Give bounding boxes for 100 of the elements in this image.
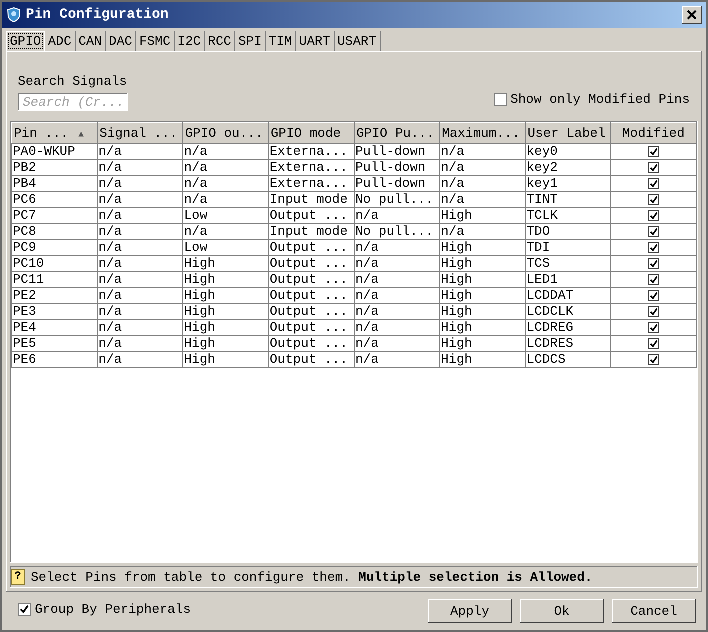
table-cell: n/a bbox=[97, 304, 183, 320]
column-header[interactable]: Maximum... bbox=[440, 122, 526, 144]
table-cell: TDO bbox=[525, 224, 611, 240]
table-cell: High bbox=[440, 304, 526, 320]
table-cell: n/a bbox=[354, 352, 440, 368]
table-cell: n/a bbox=[354, 336, 440, 352]
table-cell: PC10 bbox=[12, 256, 98, 272]
table-cell: LCDCS bbox=[525, 352, 611, 368]
table-cell: key2 bbox=[525, 160, 611, 176]
table-cell: PA0-WKUP bbox=[12, 144, 98, 160]
table-cell: Output ... bbox=[268, 208, 354, 224]
modified-checkbox[interactable] bbox=[648, 290, 660, 302]
table-cell: n/a bbox=[97, 320, 183, 336]
table-cell: n/a bbox=[97, 352, 183, 368]
table-cell: High bbox=[440, 240, 526, 256]
table-cell: PE4 bbox=[12, 320, 98, 336]
search-label: Search Signals bbox=[18, 74, 128, 89]
table-cell: High bbox=[440, 288, 526, 304]
table-cell: Output ... bbox=[268, 272, 354, 288]
table-cell: PE6 bbox=[12, 352, 98, 368]
tab[interactable]: GPIO bbox=[6, 31, 46, 51]
table-cell: TDI bbox=[525, 240, 611, 256]
table-cell: High bbox=[182, 336, 268, 352]
table-cell: n/a bbox=[440, 192, 526, 208]
modified-checkbox[interactable] bbox=[648, 178, 660, 190]
tab[interactable]: ADC bbox=[45, 31, 76, 51]
table-cell: High bbox=[440, 352, 526, 368]
table-cell: n/a bbox=[182, 192, 268, 208]
modified-checkbox[interactable] bbox=[648, 338, 660, 350]
sort-indicator: ▲ bbox=[78, 130, 84, 140]
column-header[interactable]: GPIO Pu... bbox=[354, 122, 440, 144]
table-cell: High bbox=[182, 272, 268, 288]
help-icon: ? bbox=[11, 569, 25, 585]
table-cell: Pull-down bbox=[354, 144, 440, 160]
modified-checkbox[interactable] bbox=[648, 258, 660, 270]
table-cell: PC11 bbox=[12, 272, 98, 288]
table-cell: High bbox=[182, 320, 268, 336]
modified-checkbox[interactable] bbox=[648, 354, 660, 366]
table-cell: High bbox=[440, 272, 526, 288]
table-cell: n/a bbox=[354, 288, 440, 304]
shield-icon bbox=[6, 7, 22, 23]
table-cell: Low bbox=[182, 208, 268, 224]
table-cell: PE2 bbox=[12, 288, 98, 304]
column-header[interactable]: Pin ... ▲ bbox=[12, 122, 98, 144]
table-cell: TCS bbox=[525, 256, 611, 272]
column-header[interactable]: GPIO mode bbox=[268, 122, 354, 144]
table-cell: n/a bbox=[440, 160, 526, 176]
modified-checkbox[interactable] bbox=[648, 162, 660, 174]
table-cell: PC9 bbox=[12, 240, 98, 256]
table-cell: n/a bbox=[354, 272, 440, 288]
table-cell: Low bbox=[182, 240, 268, 256]
dialog-button[interactable]: Cancel bbox=[612, 599, 696, 623]
modified-checkbox[interactable] bbox=[648, 194, 660, 206]
column-header[interactable]: Modified bbox=[610, 122, 696, 144]
search-field[interactable]: Search (Cr... bbox=[18, 93, 128, 111]
close-button[interactable] bbox=[682, 6, 702, 24]
table-cell: n/a bbox=[97, 160, 183, 176]
column-header[interactable]: GPIO ou... bbox=[182, 122, 268, 144]
modified-checkbox[interactable] bbox=[648, 146, 660, 158]
modified-checkbox[interactable] bbox=[648, 226, 660, 238]
table-cell: n/a bbox=[182, 224, 268, 240]
table-cell: Input mode bbox=[268, 224, 354, 240]
table-cell: High bbox=[182, 304, 268, 320]
table-cell: n/a bbox=[354, 208, 440, 224]
table-cell: High bbox=[440, 208, 526, 224]
table-cell: PE5 bbox=[12, 336, 98, 352]
table-cell: key0 bbox=[525, 144, 611, 160]
table-cell: n/a bbox=[97, 144, 183, 160]
table-cell: LCDDAT bbox=[525, 288, 611, 304]
table-cell: n/a bbox=[440, 224, 526, 240]
table-cell: Input mode bbox=[268, 192, 354, 208]
modified-checkbox[interactable] bbox=[648, 210, 660, 222]
hint-text: Select Pins from table to configure them. Multiple selection is Allowed. bbox=[31, 570, 593, 584]
table-cell: n/a bbox=[97, 208, 183, 224]
table-cell: PC8 bbox=[12, 224, 98, 240]
table-cell: No pull... bbox=[354, 192, 440, 208]
table-cell: Pull-down bbox=[354, 176, 440, 192]
column-header[interactable]: User Label bbox=[525, 122, 611, 144]
table-cell: n/a bbox=[182, 144, 268, 160]
table-cell: No pull... bbox=[354, 224, 440, 240]
modified-checkbox[interactable] bbox=[648, 242, 660, 254]
table-cell: n/a bbox=[97, 224, 183, 240]
table-cell: LED1 bbox=[525, 272, 611, 288]
table-cell: PB2 bbox=[12, 160, 98, 176]
table-cell: High bbox=[440, 256, 526, 272]
table-cell: PB4 bbox=[12, 176, 98, 192]
column-header[interactable]: Signal ... bbox=[97, 122, 183, 144]
checkbox[interactable] bbox=[494, 93, 507, 106]
checkbox-label: Group By Peripherals bbox=[35, 602, 192, 616]
table-cell: n/a bbox=[97, 176, 183, 192]
table-cell: LCDRES bbox=[525, 336, 611, 352]
modified-checkbox[interactable] bbox=[648, 322, 660, 334]
table-cell: PC6 bbox=[12, 192, 98, 208]
checkbox[interactable] bbox=[18, 602, 31, 616]
dialog-button[interactable]: Apply bbox=[428, 599, 512, 623]
dialog-button[interactable]: Ok bbox=[520, 599, 604, 623]
modified-checkbox[interactable] bbox=[648, 274, 660, 286]
table-cell: n/a bbox=[97, 240, 183, 256]
modified-checkbox[interactable] bbox=[648, 306, 660, 318]
table-cell: n/a bbox=[440, 144, 526, 160]
